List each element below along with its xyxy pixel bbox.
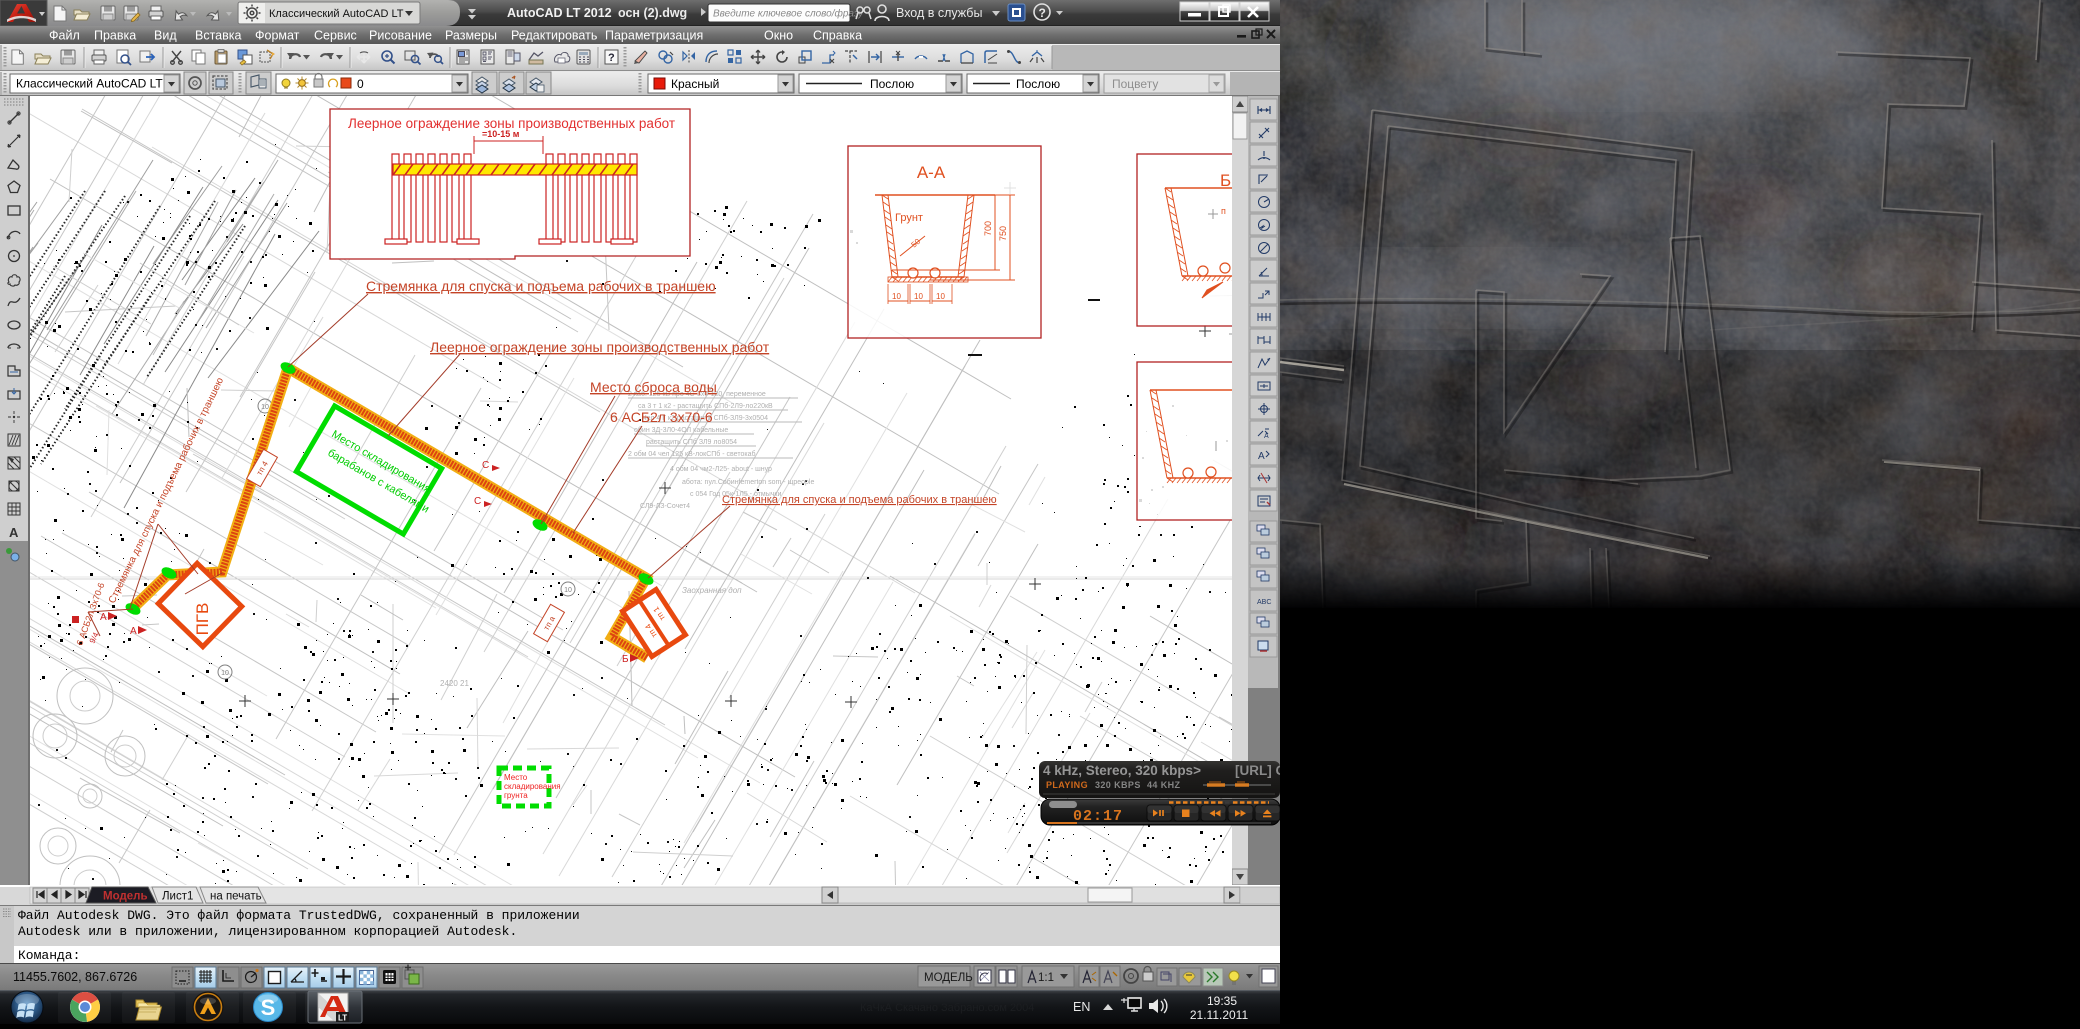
svg-text:AutoCAD LT 2012: AutoCAD LT 2012 bbox=[507, 6, 612, 20]
svg-text:Леерное ограждение зоны произв: Леерное ограждение зоны производственных… bbox=[430, 339, 770, 355]
svg-text:4 kHz, Stereo, 320 kbps>: 4 kHz, Stereo, 320 kbps> bbox=[1043, 763, 1201, 778]
svg-text:складирования: складирования bbox=[504, 782, 561, 791]
svg-text:[URL] Gr: [URL] Gr bbox=[1235, 763, 1280, 778]
svg-text:21.11.2011: 21.11.2011 bbox=[1190, 1008, 1249, 1022]
svg-text:10: 10 bbox=[261, 404, 269, 411]
svg-text:Autodesk или в приложении, лиц: Autodesk или в приложении, лицензированн… bbox=[18, 924, 517, 939]
svg-text:PLAYING: PLAYING bbox=[1046, 780, 1088, 790]
svg-text:LT: LT bbox=[338, 1014, 347, 1023]
svg-text:Редактировать: Редактировать bbox=[511, 29, 597, 43]
svg-text:Послою: Послою bbox=[1016, 77, 1060, 91]
svg-text:Команда:: Команда: bbox=[18, 948, 80, 963]
svg-text:?: ? bbox=[608, 52, 615, 64]
svg-text:на печать: на печать bbox=[210, 891, 262, 903]
svg-text:A: A bbox=[1264, 433, 1269, 440]
svg-text:Классический AutoCAD LT: Классический AutoCAD LT bbox=[269, 8, 404, 20]
svg-text:ПГВ: ПГВ bbox=[193, 603, 212, 636]
svg-text:Вид: Вид bbox=[154, 29, 177, 43]
svg-text:Вставка: Вставка bbox=[195, 29, 242, 43]
svg-text:Параметризация: Параметризация bbox=[605, 29, 703, 43]
svg-text:Формат: Формат bbox=[255, 29, 300, 43]
svg-text:п: п bbox=[1221, 206, 1226, 216]
svg-text:КаЧкА Скачано Забрано.сом 2: КаЧкА Скачано Забрано.сом 2004 bbox=[860, 1002, 1034, 1014]
svg-text:Правка: Правка bbox=[94, 29, 136, 43]
svg-text:Сервис: Сервис bbox=[314, 29, 357, 43]
svg-text:А-А: А-А bbox=[917, 163, 946, 182]
svg-text:6 АСБ2л 3х70-6: 6 АСБ2л 3х70-6 bbox=[610, 409, 713, 425]
svg-text:Размеры: Размеры bbox=[445, 29, 497, 43]
svg-text:осн (2).dwg: осн (2).dwg bbox=[618, 6, 687, 20]
svg-text:Стремянка для спуска и подъема: Стремянка для спуска и подъема рабочих в… bbox=[722, 494, 997, 506]
svg-text:МОДЕЛЬ: МОДЕЛЬ bbox=[924, 972, 973, 984]
svg-text:10: 10 bbox=[221, 670, 229, 677]
svg-text:10: 10 bbox=[936, 292, 945, 301]
svg-text:19:35: 19:35 bbox=[1207, 994, 1237, 1008]
svg-text:Введите ключевое слово/фразу: Введите ключевое слово/фразу bbox=[713, 8, 864, 20]
svg-text:320 KBPS: 320 KBPS bbox=[1095, 780, 1141, 790]
svg-text:Место сброса воды: Место сброса воды bbox=[590, 379, 717, 395]
svg-text:С: С bbox=[474, 496, 481, 507]
svg-text:А: А bbox=[100, 612, 107, 623]
svg-text:Лист1: Лист1 bbox=[162, 891, 193, 903]
svg-text:Файл Autodesk DWG. Это файл фо: Файл Autodesk DWG. Это файл формата Trus… bbox=[18, 908, 580, 923]
svg-text:А: А bbox=[130, 626, 137, 637]
svg-text:Б: Б bbox=[622, 654, 629, 665]
svg-text:0: 0 bbox=[357, 77, 364, 91]
svg-text:Рисование: Рисование bbox=[369, 29, 432, 43]
svg-text:Заохранная доп: Заохранная доп bbox=[682, 586, 742, 595]
svg-text:11455.7602, 867.6726: 11455.7602, 867.6726 bbox=[13, 970, 137, 984]
svg-text:растащить СПб ЗЛ9 ло8054: растащить СПб ЗЛ9 ло8054 bbox=[646, 438, 737, 446]
svg-text:EN: EN bbox=[1073, 1000, 1090, 1014]
svg-text:2420 21: 2420 21 bbox=[440, 679, 469, 688]
svg-text:2 обм 04 чел 125 кВ-локСПб - с: 2 обм 04 чел 125 кВ-локСПб - светокаб bbox=[628, 450, 755, 458]
svg-text:Окно: Окно bbox=[764, 29, 793, 43]
svg-text:грунта: грунта bbox=[504, 791, 528, 800]
svg-text:Б: Б bbox=[1220, 171, 1231, 190]
svg-text:9/4: 9/4 bbox=[88, 630, 101, 644]
svg-text:СЛ9-ЛЗ-Сочет4: СЛ9-ЛЗ-Сочет4 bbox=[640, 503, 690, 510]
svg-text:Вход в службы: Вход в службы bbox=[896, 6, 982, 20]
svg-text:44 KHZ: 44 KHZ bbox=[1147, 780, 1181, 790]
svg-text:A: A bbox=[9, 525, 19, 540]
svg-text:С: С bbox=[482, 460, 489, 471]
svg-text:10: 10 bbox=[564, 587, 572, 594]
svg-text:1:1: 1:1 bbox=[1038, 972, 1054, 984]
svg-text:Грунт: Грунт bbox=[895, 212, 923, 224]
svg-text:Поцвету: Поцвету bbox=[1112, 77, 1158, 91]
svg-text:Послою: Послою bbox=[870, 77, 914, 91]
svg-text:ABC: ABC bbox=[1257, 599, 1271, 606]
svg-text:10: 10 bbox=[892, 292, 901, 301]
svg-text:Файл: Файл bbox=[49, 29, 80, 43]
svg-text:=10-15 м: =10-15 м bbox=[482, 129, 520, 139]
svg-text:700: 700 bbox=[983, 221, 993, 236]
svg-text:Справка: Справка bbox=[813, 29, 862, 43]
svg-text:?: ? bbox=[1039, 6, 1046, 20]
svg-text:абота: nул.Собинfemerton som: абота: nул.Собинfemerton som - щpeople bbox=[682, 478, 814, 486]
svg-text:10: 10 bbox=[914, 292, 923, 301]
svg-text:Модель: Модель bbox=[103, 891, 148, 903]
svg-text:4 обм 04 чм2-Л25- about - шнур: 4 обм 04 чм2-Л25- about - шнур bbox=[670, 465, 772, 473]
svg-text:Красный: Красный bbox=[671, 77, 719, 91]
svg-text:Место: Место bbox=[504, 773, 528, 782]
svg-text:обин 3Д-3Л0-4ОЛ кабельные: обин 3Д-3Л0-4ОЛ кабельные bbox=[634, 426, 728, 434]
svg-text:750: 750 bbox=[998, 226, 1008, 241]
svg-text:Стремянка для спуска и подъема: Стремянка для спуска и подъема рабочих в… bbox=[366, 278, 716, 294]
svg-text:A: A bbox=[1258, 451, 1265, 462]
svg-text:Классический AutoCAD LT: Классический AutoCAD LT bbox=[16, 77, 163, 91]
